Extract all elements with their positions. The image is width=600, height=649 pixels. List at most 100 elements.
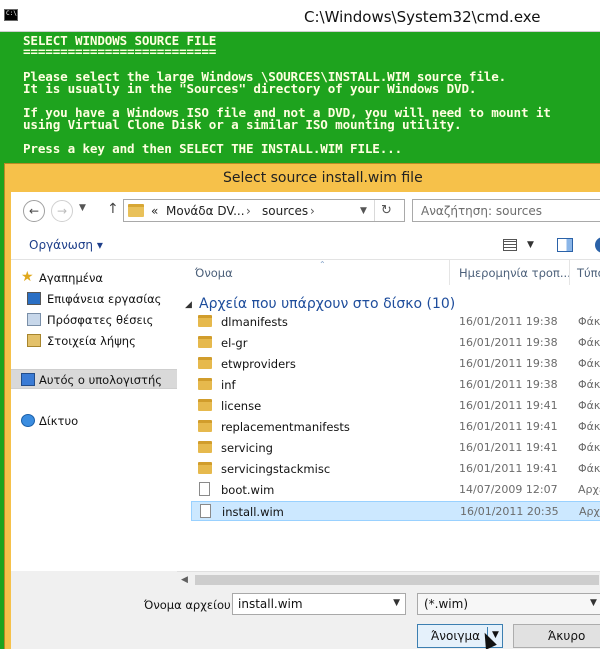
address-overflow[interactable]: « bbox=[151, 204, 158, 218]
nav-item-downloads[interactable]: Στοιχεία λήψης bbox=[11, 331, 177, 351]
file-date: 16/01/2011 19:38 bbox=[459, 357, 558, 370]
search-input[interactable]: Αναζήτηση: sources bbox=[412, 199, 600, 222]
filename-label: Όνομα αρχείου: bbox=[144, 598, 235, 612]
file-row[interactable]: servicing 16/01/2011 19:41 Φάκελ bbox=[191, 438, 600, 458]
nav-item-label: Στοιχεία λήψης bbox=[47, 334, 136, 348]
file-type-filter-select[interactable]: (*.wim) ▼ bbox=[417, 593, 600, 615]
forward-arrow-icon[interactable]: → bbox=[51, 200, 73, 222]
nav-item-label: Αγαπημένα bbox=[39, 271, 104, 285]
document-icon bbox=[199, 482, 210, 496]
filter-chevron-down-icon[interactable]: ▼ bbox=[590, 598, 597, 608]
sort-chevron-up-icon: ⌃ bbox=[319, 260, 326, 269]
nav-item-label: Επιφάνεια εργασίας bbox=[47, 292, 162, 306]
filename-value: install.wim bbox=[238, 597, 303, 611]
nav-item-favorites[interactable]: ★ Αγαπημένα bbox=[11, 268, 177, 288]
filename-input[interactable]: install.wim ▼ bbox=[232, 593, 406, 615]
back-arrow-icon[interactable]: ← bbox=[23, 200, 45, 222]
up-arrow-icon[interactable]: ↑ bbox=[107, 201, 119, 217]
column-header-date[interactable]: Ημερομηνία τροπ... bbox=[459, 260, 571, 285]
file-row[interactable]: servicingstackmisc 16/01/2011 19:41 Φάκε… bbox=[191, 459, 600, 479]
nav-item-this-pc[interactable]: Αυτός ο υπολογιστής bbox=[11, 369, 177, 389]
chevron-right-icon[interactable]: › bbox=[246, 204, 251, 218]
file-date: 16/01/2011 20:35 bbox=[460, 505, 559, 518]
search-placeholder: Αναζήτηση: sources bbox=[421, 204, 542, 218]
file-type: Φάκελ bbox=[578, 315, 600, 328]
nav-item-network[interactable]: Δίκτυο bbox=[11, 411, 177, 431]
column-header-type[interactable]: Τύπο bbox=[577, 260, 600, 285]
cmd-app-icon[interactable]: C:\ bbox=[4, 9, 18, 21]
file-type: Φάκελ bbox=[578, 336, 600, 349]
horizontal-scrollbar[interactable]: ◀ bbox=[177, 571, 600, 588]
file-row[interactable]: boot.wim 14/07/2009 12:07 Αρχεί bbox=[191, 480, 600, 500]
folder-icon bbox=[128, 204, 144, 217]
group-collapse-chevron-icon[interactable]: ◢ bbox=[185, 300, 192, 310]
cmd-icon-label: C:\ bbox=[6, 10, 17, 17]
file-name: etwproviders bbox=[221, 357, 296, 371]
nav-item-recent-places[interactable]: Πρόσφατες θέσεις bbox=[11, 310, 177, 330]
open-button-label: Άνοιγμα bbox=[431, 629, 481, 643]
chevron-right-icon[interactable]: › bbox=[310, 204, 315, 218]
dialog-titlebar[interactable]: Select source install.wim file bbox=[5, 164, 600, 192]
cancel-button[interactable]: Άκυρο bbox=[513, 624, 600, 648]
file-date: 16/01/2011 19:41 bbox=[459, 399, 558, 412]
nav-item-label: Αυτός ο υπολογιστής bbox=[39, 373, 162, 387]
file-name: install.wim bbox=[222, 505, 284, 519]
downloads-icon bbox=[27, 334, 41, 347]
cmd-console[interactable]: SELECT WINDOWS SOURCE FILE =============… bbox=[0, 32, 600, 172]
file-name: servicing bbox=[221, 441, 273, 455]
address-history-chevron-icon[interactable]: ▼ bbox=[360, 206, 367, 216]
organize-menu-button[interactable]: Οργάνωση ▾ bbox=[29, 238, 103, 252]
file-name: servicingstackmisc bbox=[221, 462, 331, 476]
address-segment-sources[interactable]: sources bbox=[262, 204, 308, 218]
file-date: 16/01/2011 19:41 bbox=[459, 441, 558, 454]
column-divider[interactable] bbox=[569, 260, 570, 285]
column-header-name[interactable]: Όνομα bbox=[195, 260, 233, 285]
filename-history-chevron-icon[interactable]: ▼ bbox=[393, 598, 400, 608]
group-header[interactable]: Αρχεία που υπάρχουν στο δίσκο (10) bbox=[199, 296, 455, 312]
cmd-titlebar[interactable]: C:\ C:\Windows\System32\cmd.exe bbox=[0, 0, 600, 32]
file-type: Φάκελ bbox=[578, 399, 600, 412]
network-icon bbox=[21, 414, 35, 427]
file-date: 14/07/2009 12:07 bbox=[459, 483, 558, 496]
view-chevron-down-icon[interactable]: ▼ bbox=[527, 240, 534, 250]
dialog-footer: Όνομα αρχείου: install.wim ▼ (*.wim) ▼ Ά… bbox=[11, 588, 600, 649]
open-file-dialog: Select source install.wim file ← → ▼ ↑ «… bbox=[4, 163, 600, 649]
file-type: Φάκελ bbox=[578, 462, 600, 475]
view-options-icon[interactable] bbox=[503, 239, 517, 251]
file-row[interactable]: license 16/01/2011 19:41 Φάκελ bbox=[191, 396, 600, 416]
help-icon[interactable] bbox=[595, 237, 600, 253]
file-row[interactable]: etwproviders 16/01/2011 19:38 Φάκελ bbox=[191, 354, 600, 374]
folder-icon bbox=[198, 420, 212, 432]
nav-item-desktop[interactable]: Επιφάνεια εργασίας bbox=[11, 289, 177, 309]
scrollbar-thumb[interactable] bbox=[195, 575, 599, 585]
file-date: 16/01/2011 19:41 bbox=[459, 462, 558, 475]
file-name: dlmanifests bbox=[221, 315, 288, 329]
file-row[interactable]: inf 16/01/2011 19:38 Φάκελ bbox=[191, 375, 600, 395]
file-name: boot.wim bbox=[221, 483, 275, 497]
recent-locations-chevron-icon[interactable]: ▼ bbox=[79, 203, 86, 213]
navigation-bar: ← → ▼ ↑ « Μονάδα DV... › sources › ▼ ↻ Α… bbox=[11, 192, 600, 230]
file-row[interactable]: el-gr 16/01/2011 19:38 Φάκελ bbox=[191, 333, 600, 353]
file-list: ⌃ Όνομα Ημερομηνία τροπ... Τύπο ◢ Αρχεία… bbox=[177, 260, 600, 571]
folder-icon bbox=[198, 378, 212, 390]
file-row-selected[interactable]: install.wim 16/01/2011 20:35 Αρχεί bbox=[191, 501, 600, 521]
refresh-icon[interactable]: ↻ bbox=[374, 200, 398, 221]
recent-places-icon bbox=[27, 313, 41, 326]
cmd-line: Press a key and then SELECT THE INSTALL.… bbox=[23, 141, 403, 156]
folder-icon bbox=[198, 399, 212, 411]
cmd-line: ========================== bbox=[23, 44, 217, 59]
column-divider[interactable] bbox=[449, 260, 450, 285]
file-name: inf bbox=[221, 378, 236, 392]
address-bar[interactable]: « Μονάδα DV... › sources › ▼ ↻ bbox=[123, 199, 405, 222]
scroll-left-arrow-icon[interactable]: ◀ bbox=[181, 575, 188, 585]
navigation-pane: ★ Αγαπημένα Επιφάνεια εργασίας Πρόσφατες… bbox=[11, 260, 177, 571]
file-date: 16/01/2011 19:38 bbox=[459, 315, 558, 328]
file-type: Φάκελ bbox=[578, 441, 600, 454]
file-row[interactable]: replacementmanifests 16/01/2011 19:41 Φά… bbox=[191, 417, 600, 437]
preview-pane-icon[interactable] bbox=[557, 238, 573, 252]
file-type: Φάκελ bbox=[578, 378, 600, 391]
address-segment-drive[interactable]: Μονάδα DV... bbox=[166, 204, 245, 218]
cmd-window-title: C:\Windows\System32\cmd.exe bbox=[304, 8, 541, 26]
file-row[interactable]: dlmanifests 16/01/2011 19:38 Φάκελ bbox=[191, 312, 600, 332]
desktop-icon bbox=[27, 292, 41, 305]
